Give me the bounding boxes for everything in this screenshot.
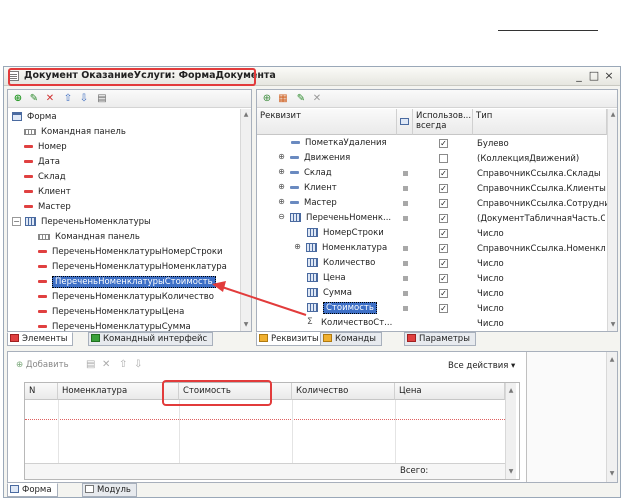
- annotation-arrow: [212, 281, 307, 316]
- arrow-head: [212, 281, 226, 292]
- arrow-line: [221, 286, 307, 316]
